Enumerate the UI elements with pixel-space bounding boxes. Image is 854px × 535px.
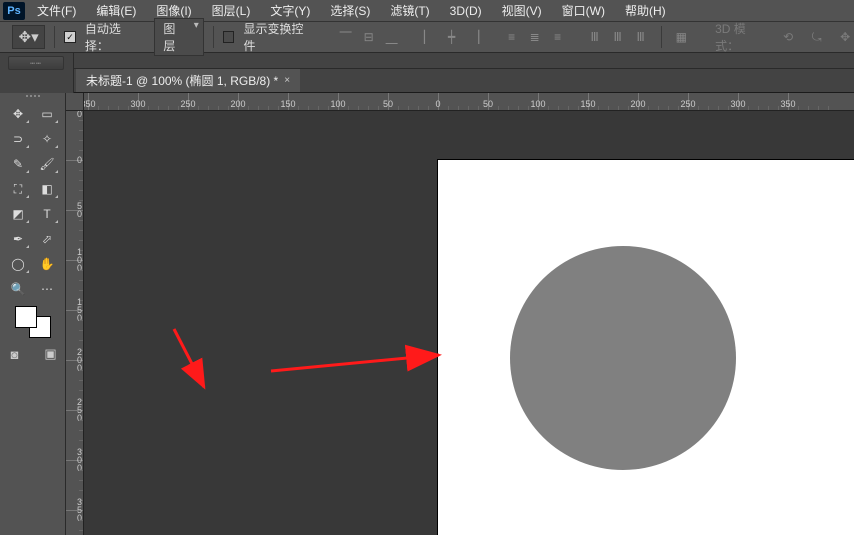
mode-3d-label: 3D 模式：: [715, 20, 768, 54]
close-icon[interactable]: ×: [284, 75, 290, 86]
document-tabstrip: 未标题-1 @ 100% (椭圆 1, RGB/8) * ×: [0, 69, 854, 93]
roll-3d-icon[interactable]: ⤿: [808, 28, 826, 46]
align-group-1: ⎺ ⊟ ⎽: [335, 26, 403, 48]
shape-ellipse-1[interactable]: [510, 246, 736, 470]
options-bar: ✥▾ ✓ 自动选择： 图层 显示变换控件 ⎺ ⊟ ⎽ ▏ ┿ ▕ ≡ ≣ ≡ Ⅲ…: [0, 21, 854, 53]
show-transform-checkbox[interactable]: [223, 31, 235, 43]
workspace: ✥▭⊃✧✎🖌⛶◧◩T✒⬀◯✋🔍⋯ ◙ ▣ 3503002502001501005…: [0, 93, 854, 535]
align-right-icon[interactable]: ▕: [464, 26, 486, 48]
document-area: 3503002502001501005005010015020025030035…: [66, 93, 854, 535]
ruler-horizontal[interactable]: 3503002502001501005005010015020025030035…: [84, 93, 854, 111]
document-tab-title: 未标题-1 @ 100% (椭圆 1, RGB/8) *: [86, 72, 278, 89]
hand-tool[interactable]: ✋: [34, 253, 60, 275]
menu-type[interactable]: 文字(Y): [262, 0, 318, 21]
dist-right-icon[interactable]: Ⅲ: [630, 26, 652, 48]
divider: [54, 26, 55, 48]
menu-help[interactable]: 帮助(H): [617, 0, 674, 21]
pen-tool[interactable]: ✒: [5, 228, 31, 250]
divider: [661, 26, 662, 48]
align-bottom-icon[interactable]: ⎽: [381, 26, 403, 48]
dist-bottom-icon[interactable]: ≡: [547, 26, 569, 48]
menu-file[interactable]: 文件(F): [29, 0, 84, 21]
annotation-arrow-2: [269, 341, 449, 381]
active-tool-indicator[interactable]: ✥▾: [12, 25, 45, 49]
align-vcenter-icon[interactable]: ⊟: [358, 26, 380, 48]
color-swatches[interactable]: [15, 306, 51, 338]
magic-wand-tool[interactable]: ✧: [34, 128, 60, 150]
orbit-3d-icon[interactable]: ⟲: [779, 28, 797, 46]
auto-select-checkbox[interactable]: ✓: [64, 31, 76, 43]
toolbox-grip-icon[interactable]: [4, 95, 62, 101]
dist-hcenter-icon[interactable]: Ⅲ: [607, 26, 629, 48]
distribute-group-2: Ⅲ Ⅲ Ⅲ: [584, 26, 652, 48]
lasso-tool[interactable]: ⊃: [5, 128, 31, 150]
align-group-2: ▏ ┿ ▕: [418, 26, 486, 48]
brush-tool[interactable]: 🖌: [34, 153, 60, 175]
document-tab[interactable]: 未标题-1 @ 100% (椭圆 1, RGB/8) * ×: [76, 69, 300, 92]
auto-select-label: 自动选择：: [85, 20, 143, 54]
canvas-view[interactable]: [84, 111, 854, 535]
menu-filter[interactable]: 滤镜(T): [382, 0, 437, 21]
dist-vcenter-icon[interactable]: ≣: [524, 26, 546, 48]
align-top-icon[interactable]: ⎺: [335, 26, 357, 48]
eraser-tool[interactable]: ◧: [34, 178, 60, 200]
distribute-group-1: ≡ ≣ ≡: [501, 26, 569, 48]
stamp-tool[interactable]: ⛶: [5, 178, 31, 200]
quick-mask-icon[interactable]: ◙: [5, 346, 25, 362]
more-tool[interactable]: ⋯: [34, 278, 60, 300]
eyedropper-tool[interactable]: ✎: [5, 153, 31, 175]
type-tool[interactable]: T: [34, 203, 60, 225]
divider: [213, 26, 214, 48]
menu-window[interactable]: 窗口(W): [554, 0, 613, 21]
toolbox: ✥▭⊃✧✎🖌⛶◧◩T✒⬀◯✋🔍⋯ ◙ ▣: [0, 93, 66, 535]
ellipse-shape-tool[interactable]: ◯: [5, 253, 31, 275]
gradient-tool[interactable]: ◩: [5, 203, 31, 225]
auto-align-icon[interactable]: ▦: [671, 26, 692, 48]
screen-mode-icon[interactable]: ▣: [41, 346, 61, 362]
app-logo-icon: Ps: [3, 2, 25, 20]
menu-view[interactable]: 视图(V): [494, 0, 550, 21]
panel-strip: «: [0, 53, 854, 69]
ruler-vertical[interactable]: 50050100150200250300350: [66, 111, 84, 535]
menu-bar: Ps 文件(F) 编辑(E) 图像(I) 图层(L) 文字(Y) 选择(S) 滤…: [0, 0, 854, 21]
dist-left-icon[interactable]: Ⅲ: [584, 26, 606, 48]
menu-edit[interactable]: 编辑(E): [88, 0, 144, 21]
pan-3d-icon[interactable]: ✥: [836, 28, 854, 46]
move-tool[interactable]: ✥: [5, 103, 31, 125]
align-left-icon[interactable]: ▏: [418, 26, 440, 48]
menu-layer[interactable]: 图层(L): [204, 0, 259, 21]
foreground-swatch[interactable]: [15, 306, 37, 328]
menu-3d[interactable]: 3D(D): [442, 2, 490, 20]
show-transform-label: 显示变换控件: [243, 20, 313, 54]
ruler-corner: [66, 93, 84, 111]
direct-select-tool[interactable]: ⬀: [34, 228, 60, 250]
align-hcenter-icon[interactable]: ┿: [441, 26, 463, 48]
menu-select[interactable]: 选择(S): [322, 0, 378, 21]
dist-top-icon[interactable]: ≡: [501, 26, 523, 48]
auto-select-dropdown[interactable]: 图层: [154, 18, 203, 56]
zoom-tool[interactable]: 🔍: [5, 278, 31, 300]
move-icon: ✥▾: [19, 28, 39, 46]
marquee-tool[interactable]: ▭: [34, 103, 60, 125]
canvas-paper[interactable]: [438, 160, 854, 535]
annotation-arrow-1: [164, 321, 244, 401]
tool-header-grab[interactable]: ┅┅: [8, 56, 64, 70]
